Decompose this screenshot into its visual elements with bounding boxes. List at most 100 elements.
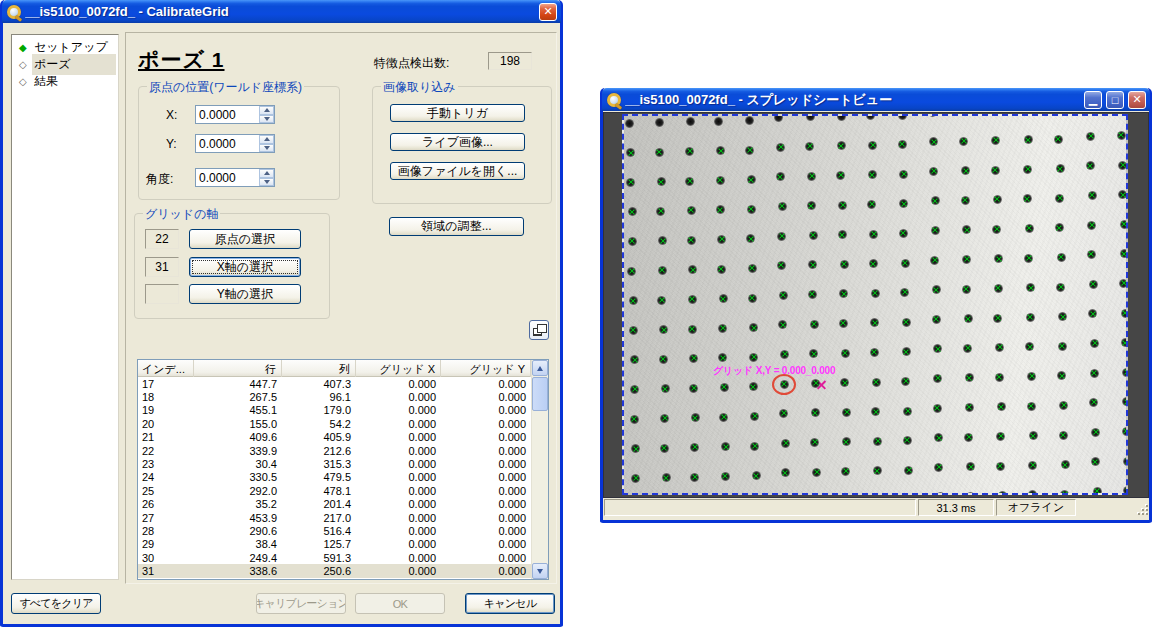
table-row[interactable]: 27453.9217.00.0000.000 xyxy=(138,511,531,524)
step-item[interactable]: ◇ 結果 xyxy=(12,73,118,90)
grid-dot xyxy=(1054,135,1063,144)
grid-dot xyxy=(688,325,697,334)
table-row[interactable]: 22339.9212.60.0000.000 xyxy=(138,444,531,457)
maximize-button[interactable]: □ xyxy=(1106,91,1124,109)
grid-dot xyxy=(933,344,942,353)
grid-dot xyxy=(685,147,694,156)
grid-dot xyxy=(871,289,880,298)
grid-dot xyxy=(899,229,908,238)
footer-button[interactable]: OK xyxy=(355,593,445,614)
column-header[interactable]: インデ... xyxy=(138,360,194,377)
step-bullet-icon: ◆ xyxy=(19,42,29,53)
grid-dot xyxy=(898,140,907,149)
column-header[interactable]: グリッド X xyxy=(356,360,441,377)
grid-dot xyxy=(745,146,754,155)
close-button[interactable]: ✕ xyxy=(539,3,557,21)
table-row[interactable]: 30249.4591.30.0000.000 xyxy=(138,551,531,564)
grid-dot xyxy=(962,255,971,264)
grid-dot xyxy=(966,462,975,471)
table-row[interactable]: 2330.4315.30.0000.000 xyxy=(138,457,531,470)
grid-dot xyxy=(992,225,1001,234)
grid-dot xyxy=(630,355,639,364)
axis-select-button[interactable]: 原点の選択 xyxy=(189,229,301,249)
close-button[interactable]: ✕ xyxy=(1128,91,1146,109)
column-header[interactable]: 列 xyxy=(282,360,356,377)
grid-dot xyxy=(1090,339,1099,348)
spin-up-button[interactable] xyxy=(259,169,274,178)
capture-button[interactable]: ライブ画像... xyxy=(390,133,525,151)
grid-dot xyxy=(866,114,875,120)
grid-dot xyxy=(1025,224,1034,233)
spin-down-button[interactable] xyxy=(259,144,274,153)
status-time: 31.3 ms xyxy=(918,499,994,516)
grid-dot xyxy=(903,407,912,416)
table-row[interactable]: 2938.4125.70.0000.000 xyxy=(138,538,531,551)
table-row[interactable]: 18267.596.10.0000.000 xyxy=(138,390,531,403)
spin-up-button[interactable] xyxy=(259,106,274,115)
table-row[interactable]: 25292.0478.10.0000.000 xyxy=(138,484,531,497)
scroll-down-icon[interactable] xyxy=(532,563,548,579)
axis-count-box xyxy=(145,284,179,304)
grid-dot xyxy=(901,259,910,268)
step-list[interactable]: ◆ セットアップ ◇ ポーズ ◇ 結果 xyxy=(11,34,119,580)
grid-dot xyxy=(719,413,728,422)
grid-dot xyxy=(1024,135,1033,144)
table-header[interactable]: インデ...行列グリッド Xグリッド Y xyxy=(138,360,531,377)
capture-button[interactable]: 画像ファイルを開く... xyxy=(390,162,525,180)
grid-dot xyxy=(629,326,638,335)
grid-dot xyxy=(716,146,725,155)
image-view[interactable]: グリッド X,Y = 0.000_0.000 xyxy=(603,112,1149,498)
axis-select-button[interactable]: X軸の選択 xyxy=(189,257,301,277)
grid-dot xyxy=(1027,372,1036,381)
resize-grip[interactable] xyxy=(1136,503,1148,515)
capture-button[interactable]: 手動トリガ xyxy=(390,104,525,122)
table-scrollbar[interactable] xyxy=(531,360,548,579)
table-row[interactable]: 17447.7407.30.0000.000 xyxy=(138,377,531,390)
table-row[interactable]: 20155.054.20.0000.000 xyxy=(138,417,531,430)
coordinate-spinbox[interactable]: 0.0000 xyxy=(195,134,275,153)
grid-dot xyxy=(965,403,974,412)
title-bar[interactable]: __is5100_0072fd_ - CalibrateGrid ✕ xyxy=(2,0,561,23)
table-row[interactable]: 19455.1179.00.0000.000 xyxy=(138,404,531,417)
calibration-photo[interactable]: グリッド X,Y = 0.000_0.000 xyxy=(622,114,1128,495)
points-table[interactable]: インデ...行列グリッド Xグリッド Y 17447.7407.30.0000.… xyxy=(137,359,549,580)
copy-button[interactable] xyxy=(529,320,549,340)
table-row[interactable]: 2635.2201.40.0000.000 xyxy=(138,498,531,511)
column-header[interactable]: 行 xyxy=(194,360,282,377)
grid-dot xyxy=(780,380,789,389)
table-row[interactable]: 24330.5479.50.0000.000 xyxy=(138,471,531,484)
coordinate-spinbox[interactable]: 0.0000 xyxy=(195,168,275,187)
spin-up-button[interactable] xyxy=(259,135,274,144)
column-header[interactable]: グリッド Y xyxy=(441,360,531,377)
table-body[interactable]: 17447.7407.30.0000.00018267.596.10.0000.… xyxy=(138,377,531,579)
grid-dot xyxy=(936,492,945,495)
grid-dot xyxy=(992,114,1001,115)
axis-count-box: 22 xyxy=(145,229,179,249)
title-bar[interactable]: __is5100_0072fd_ - スプレッドシートビュー ▁ □ ✕ xyxy=(602,88,1150,111)
grid-dot xyxy=(717,235,726,244)
minimize-button[interactable]: ▁ xyxy=(1084,91,1102,109)
scroll-up-icon[interactable] xyxy=(532,360,548,376)
coordinate-spinbox[interactable]: 0.0000 xyxy=(195,105,275,124)
table-row[interactable]: 21409.6405.90.0000.000 xyxy=(138,431,531,444)
feature-count-value: 198 xyxy=(488,52,532,70)
spin-down-button[interactable] xyxy=(259,115,274,124)
region-adjust-button[interactable]: 領域の調整... xyxy=(389,217,524,236)
copy-icon xyxy=(533,328,542,336)
grid-dot xyxy=(841,349,850,358)
footer-button[interactable]: すべてをクリア xyxy=(11,593,101,614)
status-bar: 31.3 ms オフライン xyxy=(603,498,1149,517)
table-row[interactable]: 28290.6516.40.0000.000 xyxy=(138,524,531,537)
table-row[interactable]: 31338.6250.60.0000.000 xyxy=(138,564,531,577)
grid-dot xyxy=(721,472,730,481)
spin-down-button[interactable] xyxy=(259,178,274,187)
grid-dot xyxy=(628,207,637,216)
grid-dot xyxy=(1059,401,1068,410)
axis-select-button[interactable]: Y軸の選択 xyxy=(189,284,301,304)
footer-button[interactable]: キャリブレーション xyxy=(256,593,346,614)
step-item[interactable]: ◇ ポーズ xyxy=(12,56,118,73)
footer-button[interactable]: キャンセル xyxy=(465,593,555,614)
step-item[interactable]: ◆ セットアップ xyxy=(12,39,118,56)
grid-dot xyxy=(931,196,940,205)
scroll-thumb[interactable] xyxy=(532,377,548,411)
